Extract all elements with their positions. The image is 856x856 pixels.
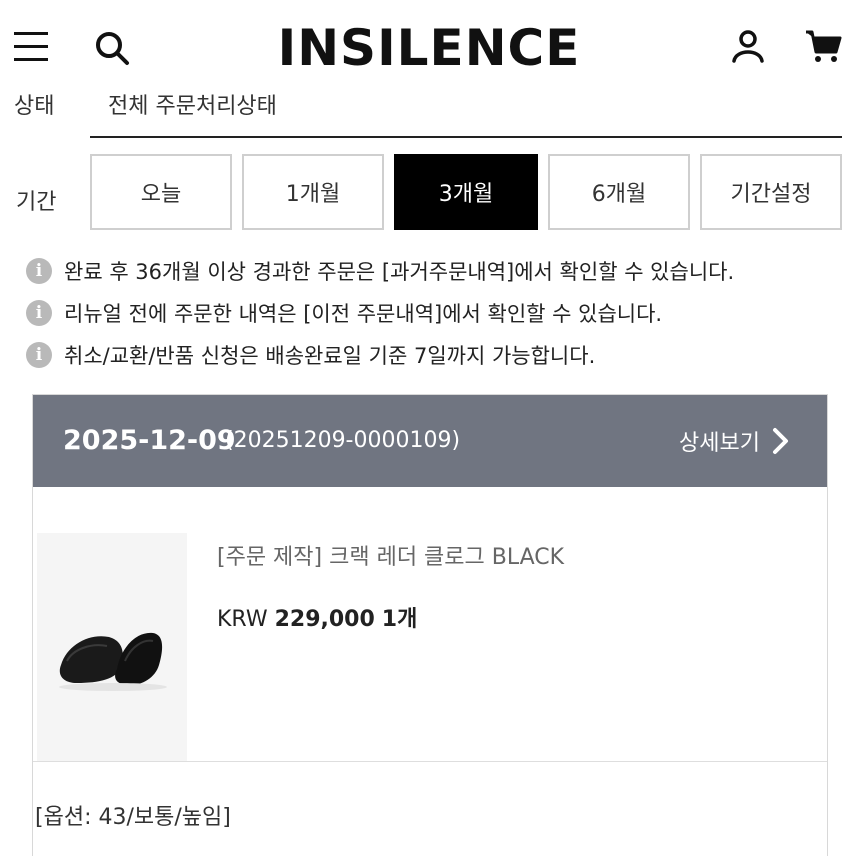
- product-image[interactable]: [37, 533, 187, 761]
- period-custom-button[interactable]: 기간설정: [700, 154, 842, 230]
- site-header: INSILENCE: [0, 0, 856, 92]
- status-underline: [90, 136, 842, 138]
- user-icon[interactable]: [730, 28, 766, 64]
- currency: KRW: [217, 607, 268, 632]
- chevron-right-icon: [772, 428, 788, 454]
- product-name[interactable]: [주문 제작] 크랙 레더 클로그 BLACK: [217, 539, 564, 571]
- notice-item: i 리뉴얼 전에 주문한 내역은 [이전 주문내역]에서 확인할 수 있습니다.: [26, 298, 662, 328]
- order-detail-link[interactable]: 상세보기: [679, 425, 792, 457]
- notice-text: 취소/교환/반품 신청은 배송완료일 기준 7일까지 가능합니다.: [64, 344, 596, 368]
- notice-text: 완료 후 36개월 이상 경과한 주문은 [과거주문내역]에서 확인할 수 있습…: [64, 260, 735, 284]
- status-label: 상태: [14, 94, 55, 119]
- notice-item: i 취소/교환/반품 신청은 배송완료일 기준 7일까지 가능합니다.: [26, 340, 595, 370]
- cart-icon[interactable]: [804, 28, 842, 64]
- site-logo[interactable]: INSILENCE: [228, 18, 630, 78]
- info-icon: i: [26, 258, 52, 284]
- period-1month-button[interactable]: 1개월: [242, 154, 384, 230]
- product-price: 229,000: [274, 607, 375, 632]
- notice-item: i 완료 후 36개월 이상 경과한 주문은 [과거주문내역]에서 확인할 수 …: [26, 256, 734, 286]
- info-icon: i: [26, 300, 52, 326]
- product-price-line: KRW 229,000 1개: [217, 601, 417, 633]
- period-today-button[interactable]: 오늘: [90, 154, 232, 230]
- period-label: 기간: [16, 190, 57, 215]
- product-option: [옵션: 43/보통/높임]: [35, 805, 231, 830]
- order-card: 2025-12-09 (20251209-0000109) 상세보기 [주문 제…: [32, 394, 828, 856]
- detail-label: 상세보기: [679, 431, 760, 456]
- divider: [33, 761, 827, 762]
- period-3month-button[interactable]: 3개월: [394, 154, 538, 230]
- info-icon: i: [26, 342, 52, 368]
- hamburger-menu-icon[interactable]: [14, 28, 50, 64]
- order-number: (20251209-0000109): [225, 428, 461, 453]
- search-icon[interactable]: [92, 28, 132, 68]
- status-select[interactable]: 전체 주문처리상태: [108, 88, 277, 120]
- order-date: 2025-12-09: [63, 425, 236, 456]
- product-quantity: 1개: [381, 607, 418, 632]
- order-header: 2025-12-09 (20251209-0000109) 상세보기: [33, 395, 827, 487]
- period-6month-button[interactable]: 6개월: [548, 154, 690, 230]
- notice-text: 리뉴얼 전에 주문한 내역은 [이전 주문내역]에서 확인할 수 있습니다.: [64, 302, 663, 326]
